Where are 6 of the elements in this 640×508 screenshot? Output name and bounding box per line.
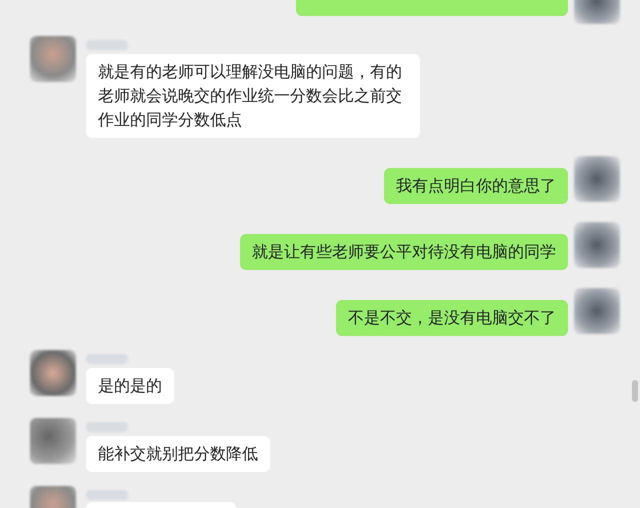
- message-bubble: 就是有的老师可以理解没电脑的问题，有的老师就会说晚交的作业统一分数会比之前交作业的同学分数低点: [86, 54, 420, 138]
- message-bubble: 能补交就别把分数降低: [86, 436, 270, 472]
- message-bubble: 就是让有些老师要公平对待没有电脑的同学: [240, 234, 568, 270]
- message-bubble: 我有点明白你的意思了: [384, 168, 568, 204]
- message-bubble: 不是不交，是没有电脑交不了: [336, 300, 568, 336]
- message-bubble: 是的是的: [86, 368, 174, 404]
